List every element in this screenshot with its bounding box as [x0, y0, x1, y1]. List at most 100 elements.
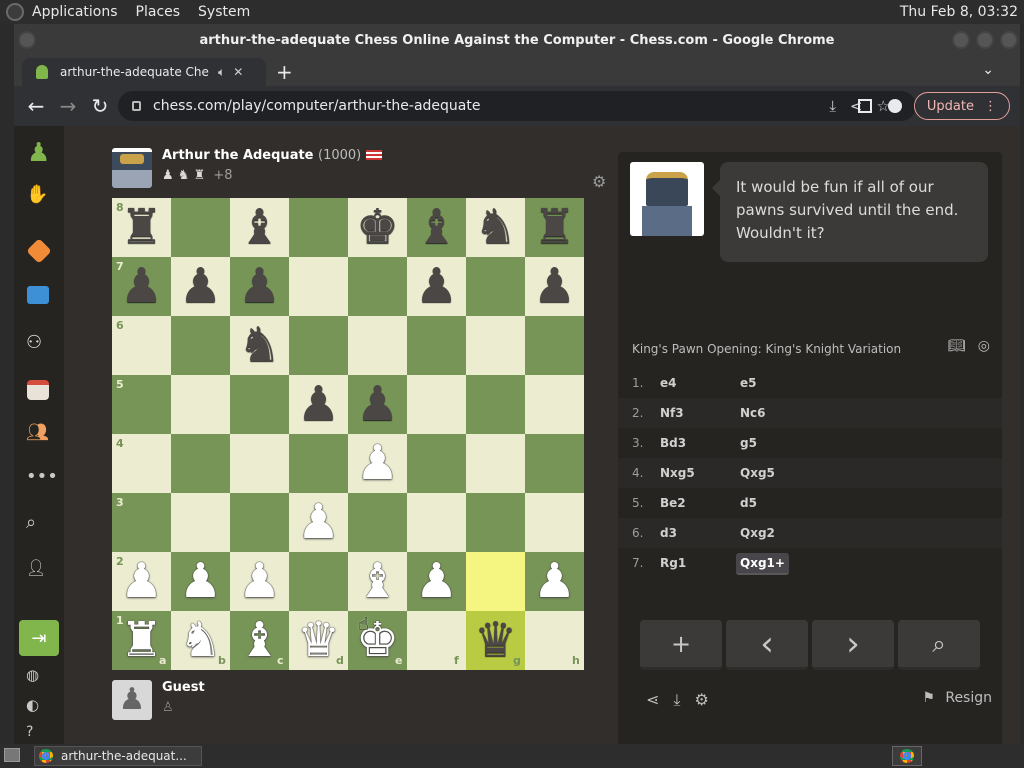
square-b3[interactable] [171, 493, 230, 552]
resign-button[interactable]: ⚑ Resign [922, 690, 992, 706]
help-icon[interactable]: ? [26, 724, 33, 740]
white-move[interactable]: Rg1 [660, 556, 686, 570]
reload-icon[interactable]: ↻ [84, 94, 116, 118]
white-move[interactable]: Nxg5 [660, 466, 695, 480]
white-move[interactable]: e4 [660, 376, 677, 390]
next-move-button[interactable]: › [812, 620, 894, 670]
square-h3[interactable] [525, 493, 584, 552]
panel-clock[interactable]: Thu Feb 8, 03:32 [900, 4, 1018, 20]
address-bar[interactable]: chess.com/play/computer/arthur-the-adequ… [118, 91, 916, 121]
square-h4[interactable] [525, 434, 584, 493]
square-d8[interactable] [289, 198, 348, 257]
close-icon[interactable] [1000, 31, 1018, 49]
white-pawn-c2[interactable]: ♟ [230, 552, 289, 611]
square-f5[interactable] [407, 375, 466, 434]
square-b8[interactable] [171, 198, 230, 257]
taskbar-window-chrome[interactable]: arthur-the-adequat... [34, 746, 202, 766]
player-avatar[interactable]: ♟ [112, 680, 152, 720]
white-move[interactable]: d3 [660, 526, 677, 540]
square-f3[interactable] [407, 493, 466, 552]
login-button[interactable]: ⇥ [19, 620, 59, 656]
tab-search-chevron-icon[interactable]: ⌄ [982, 62, 994, 78]
opponent-avatar[interactable] [112, 148, 152, 188]
add-friend-icon[interactable]: 👤︎ [26, 558, 46, 577]
theme-icon[interactable]: ◐ [26, 696, 39, 714]
square-h6[interactable] [525, 316, 584, 375]
back-icon[interactable]: ← [20, 94, 52, 118]
black-pawn-b7[interactable]: ♟ [171, 257, 230, 316]
previous-move-button[interactable]: ‹ [726, 620, 808, 670]
white-move[interactable]: Be2 [660, 496, 686, 510]
black-move[interactable]: Qxg2 [736, 523, 779, 543]
black-move[interactable]: d5 [736, 493, 761, 513]
maximize-icon[interactable] [976, 31, 994, 49]
tab-chess[interactable]: arthur-the-adequate Che 🔈︎ ✕ [22, 58, 266, 86]
kebab-menu-icon[interactable]: ⋮ [984, 99, 997, 114]
square-g2[interactable] [466, 552, 525, 611]
menu-applications[interactable]: Applications [32, 4, 118, 20]
black-knight-g8[interactable]: ♞ [466, 198, 525, 257]
profile-icon[interactable] [887, 99, 902, 113]
lock-icon[interactable] [132, 101, 141, 111]
chess-board[interactable]: ♜ 8 ♝ ♚ ♝ ♞ ♜ ♟ 7 ♟ ♟ ♟ ♟ 6 ♞ 5 ♟ ♟ 4 ♟ 3 ♟ ♟ 2 ♟ ♟ ♝ ♟ ♟ ♜ 1 a ♞ b ♝ c ♛ d ♚ e… [112, 198, 584, 670]
square-c4[interactable] [230, 434, 289, 493]
settings-gear-icon[interactable]: ⚙ [592, 172, 606, 191]
install-icon[interactable]: ⤓ [829, 97, 850, 115]
opening-name[interactable]: King's Pawn Opening: King's Knight Varia… [632, 342, 901, 356]
white-pawn-h2[interactable]: ♟ [525, 552, 584, 611]
social-icon[interactable]: 👥︎ [26, 422, 49, 443]
pawn-logo-icon[interactable]: ♟ [27, 138, 50, 168]
square-e7[interactable] [348, 257, 407, 316]
update-button[interactable]: Update ⋮ [913, 92, 1010, 120]
distro-logo-icon[interactable] [6, 3, 24, 21]
square-d6[interactable] [289, 316, 348, 375]
play-icon[interactable]: ✋ [26, 184, 48, 205]
puzzles-icon[interactable] [26, 238, 52, 264]
square-g7[interactable] [466, 257, 525, 316]
square-e3[interactable] [348, 493, 407, 552]
minimize-icon[interactable] [952, 31, 970, 49]
square-b4[interactable] [171, 434, 230, 493]
black-move[interactable]: e5 [736, 373, 761, 393]
black-move[interactable]: Qxg1+ [736, 553, 789, 575]
square-d7[interactable] [289, 257, 348, 316]
white-move[interactable]: Nf3 [660, 406, 684, 420]
show-desktop-icon[interactable] [4, 748, 20, 762]
black-pawn-e5[interactable]: ♟ [348, 375, 407, 434]
black-pawn-d5[interactable]: ♟ [289, 375, 348, 434]
forward-icon[interactable]: → [52, 94, 84, 118]
square-g3[interactable] [466, 493, 525, 552]
new-game-button[interactable]: + [640, 620, 722, 670]
window-menu-icon[interactable] [18, 31, 36, 49]
side-panel-icon[interactable] [857, 99, 872, 113]
black-pawn-f7[interactable]: ♟ [407, 257, 466, 316]
square-g4[interactable] [466, 434, 525, 493]
analysis-button[interactable]: ⌕ [898, 620, 980, 670]
square-g5[interactable] [466, 375, 525, 434]
player-name[interactable]: Guest [162, 680, 205, 695]
square-d4[interactable] [289, 434, 348, 493]
white-pawn-e4[interactable]: ♟ [348, 434, 407, 493]
new-tab-button[interactable]: + [276, 60, 293, 84]
menu-system[interactable]: System [198, 4, 250, 20]
black-move[interactable]: Qxg5 [736, 463, 779, 483]
share-icon[interactable]: ⋖ [646, 690, 659, 710]
news-icon[interactable] [27, 380, 49, 400]
search-icon[interactable]: ⌕ [26, 512, 36, 533]
black-pawn-c7[interactable]: ♟ [230, 257, 289, 316]
white-pawn-b2[interactable]: ♟ [171, 552, 230, 611]
black-pawn-h7[interactable]: ♟ [525, 257, 584, 316]
square-d2[interactable] [289, 552, 348, 611]
black-bishop-f8[interactable]: ♝ [407, 198, 466, 257]
workspace-switcher[interactable] [892, 746, 922, 766]
more-icon[interactable]: ••• [26, 466, 58, 487]
black-knight-c6[interactable]: ♞ [230, 316, 289, 375]
square-f6[interactable] [407, 316, 466, 375]
square-b5[interactable] [171, 375, 230, 434]
black-king-e8[interactable]: ♚ [348, 198, 407, 257]
settings-icon[interactable]: ⚙ [694, 690, 708, 710]
black-move[interactable]: Nc6 [736, 403, 770, 423]
square-c3[interactable] [230, 493, 289, 552]
black-move[interactable]: g5 [736, 433, 761, 453]
square-e6[interactable] [348, 316, 407, 375]
